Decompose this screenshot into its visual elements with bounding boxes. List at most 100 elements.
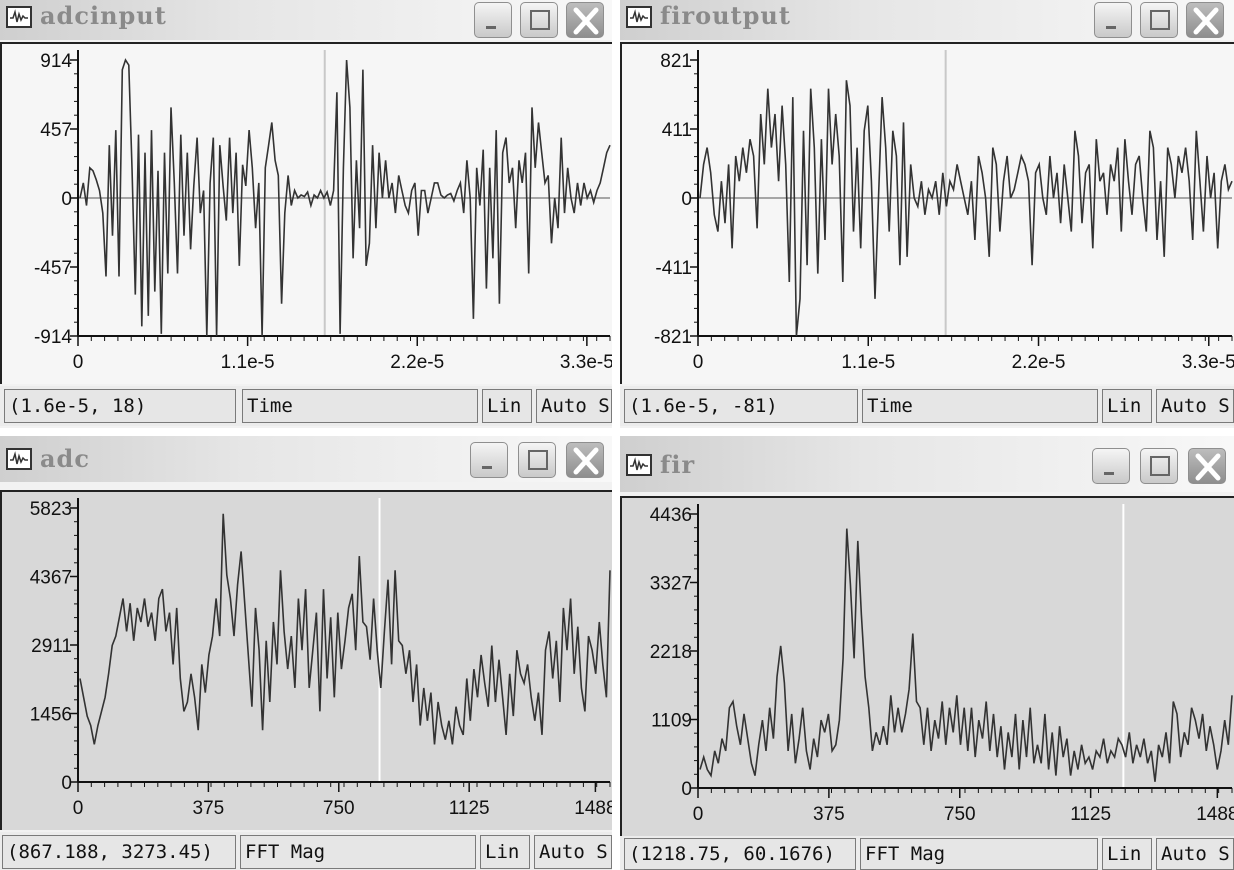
waveform-icon: [6, 6, 32, 28]
x-tick-label: 3.3e-5: [560, 352, 612, 373]
scale-toggle[interactable]: Lin: [482, 389, 532, 423]
titlebar[interactable]: fir: [620, 436, 1234, 492]
plot-area[interactable]: 4436 3327 2218 1109 0 0 375 750 1125 1488: [620, 496, 1234, 836]
maximize-icon: [530, 10, 550, 30]
close-icon: [573, 7, 599, 35]
y-tick-label: -457: [34, 258, 72, 279]
waveform-icon: [626, 6, 652, 28]
y-tick-label: 0: [61, 189, 72, 210]
scale-toggle[interactable]: Lin: [1102, 838, 1152, 870]
x-tick-label: 1.1e-5: [841, 352, 895, 373]
x-tick-label: 0: [73, 352, 84, 373]
status-bar: (1.6e-5, 18) Time Lin Auto S: [0, 386, 612, 426]
y-tick-label: -914: [34, 327, 72, 348]
y-tick-label: 1109: [651, 711, 692, 732]
maximize-button[interactable]: [518, 442, 556, 478]
chart-svg: 4436 3327 2218 1109 00 375 750 1125 1488: [650, 504, 1234, 825]
titlebar[interactable]: adcinput: [0, 0, 612, 40]
view-mode-field[interactable]: FFT Mag: [240, 835, 476, 869]
close-button[interactable]: [566, 442, 604, 478]
close-icon: [1195, 453, 1221, 481]
autoscale-toggle[interactable]: Auto S: [536, 389, 612, 423]
x-tick-label: 375: [193, 798, 225, 819]
y-tick-label: 0: [681, 779, 692, 800]
x-tick-label: 1125: [1070, 804, 1111, 825]
waveform-icon: [626, 454, 652, 476]
window-adcinput: adcinput 914 457 0 -457 -914 0 1.1e-5 2.2e-5 3.3…: [0, 0, 612, 428]
minimize-icon: [486, 26, 496, 29]
close-button[interactable]: [1186, 2, 1224, 38]
window-fir: fir 4436 3327 2218 1109 0 0 375 750 1125 1488 (12…: [620, 436, 1234, 870]
window-title: adc: [40, 444, 90, 473]
maximize-icon: [528, 450, 548, 470]
x-tick-label: 1125: [449, 798, 490, 819]
close-button[interactable]: [1188, 448, 1226, 484]
status-bar: (1.6e-5, -81) Time Lin Auto S: [620, 386, 1234, 426]
y-tick-label: 2218: [650, 642, 692, 663]
close-button[interactable]: [566, 2, 604, 38]
close-icon: [1193, 7, 1219, 35]
window-adc: adc 5823 4367 2911 1456 0 0 375 750 1125 1488 (86…: [0, 436, 612, 870]
y-tick-label: -821: [654, 327, 692, 348]
window-firoutput: firoutput 821 411 0 -411 -821 0 1.1e-5 2.2e-5 3.…: [620, 0, 1234, 428]
minimize-icon: [482, 466, 492, 469]
status-bar: (867.188, 3273.45) FFT Mag Lin Auto S: [0, 832, 612, 870]
maximize-button[interactable]: [1140, 2, 1178, 38]
minimize-icon: [1106, 26, 1116, 29]
maximize-button[interactable]: [520, 2, 558, 38]
scale-toggle[interactable]: Lin: [480, 835, 530, 869]
plot-area[interactable]: 821 411 0 -411 -821 0 1.1e-5 2.2e-5 3.3e-5: [620, 42, 1234, 384]
view-mode-field[interactable]: FFT Mag: [860, 838, 1098, 870]
y-tick-label: 0: [681, 189, 692, 210]
x-tick-label: 0: [73, 798, 84, 819]
x-tick-label: 2.2e-5: [390, 352, 444, 373]
maximize-icon: [1150, 10, 1170, 30]
y-tick-label: 821: [660, 51, 692, 72]
y-tick-label: 2911: [31, 636, 72, 657]
window-title: adcinput: [40, 1, 167, 30]
minimize-button[interactable]: [1092, 448, 1130, 484]
y-tick-label: 4367: [30, 568, 72, 589]
window-title: firoutput: [660, 1, 791, 30]
autoscale-toggle[interactable]: Auto S: [1156, 389, 1234, 423]
y-tick-label: 457: [40, 120, 72, 141]
close-icon: [573, 447, 599, 475]
titlebar[interactable]: firoutput: [620, 0, 1234, 40]
y-tick-label: 411: [662, 120, 692, 141]
maximize-button[interactable]: [1140, 448, 1178, 484]
y-tick-label: 1456: [30, 705, 72, 726]
x-tick-label: 375: [813, 804, 845, 825]
x-tick-label: 1488: [574, 798, 612, 819]
plot-area[interactable]: 914 457 0 -457 -914 0 1.1e-5 2.2e-5 3.3e-5: [0, 42, 612, 384]
status-bar: (1218.75, 60.1676) FFT Mag Lin Auto S: [620, 836, 1234, 870]
x-tick-label: 2.2e-5: [1012, 352, 1066, 373]
autoscale-toggle[interactable]: Auto S: [534, 835, 612, 869]
y-tick-label: 5823: [30, 499, 72, 520]
cursor-coordinates: (867.188, 3273.45): [2, 835, 236, 869]
autoscale-toggle[interactable]: Auto S: [1156, 838, 1234, 870]
y-tick-label: 3327: [650, 574, 692, 595]
y-tick-label: 4436: [650, 505, 692, 526]
x-tick-label: 750: [323, 798, 355, 819]
cursor-coordinates: (1.6e-5, -81): [624, 389, 858, 423]
x-tick-label: 0: [693, 804, 704, 825]
series-line: [699, 80, 1233, 337]
minimize-button[interactable]: [1094, 2, 1132, 38]
scale-toggle[interactable]: Lin: [1102, 389, 1152, 423]
titlebar[interactable]: adc: [0, 436, 612, 482]
view-mode-field[interactable]: Time: [242, 389, 478, 423]
view-mode-field[interactable]: Time: [862, 389, 1098, 423]
chart-svg: 8214110-411-8210 1.1e-5 2.2e-5 3.3e-5: [654, 50, 1234, 373]
x-tick-label: 0: [693, 352, 704, 373]
y-tick-label: 0: [61, 773, 72, 794]
chart-svg: 5823 4367 2911 1456 00 375 750 1125 1488: [30, 498, 612, 819]
x-tick-label: 1.1e-5: [221, 352, 275, 373]
minimize-button[interactable]: [474, 2, 512, 38]
plot-area[interactable]: 5823 4367 2911 1456 0 0 375 750 1125 1488: [0, 490, 612, 830]
minimize-button[interactable]: [470, 442, 508, 478]
y-tick-label: 914: [40, 51, 72, 72]
cursor-coordinates: (1.6e-5, 18): [4, 389, 236, 423]
waveform-icon: [6, 448, 32, 470]
y-tick-label: -411: [655, 258, 692, 279]
x-tick-label: 3.3e-5: [1182, 352, 1234, 373]
